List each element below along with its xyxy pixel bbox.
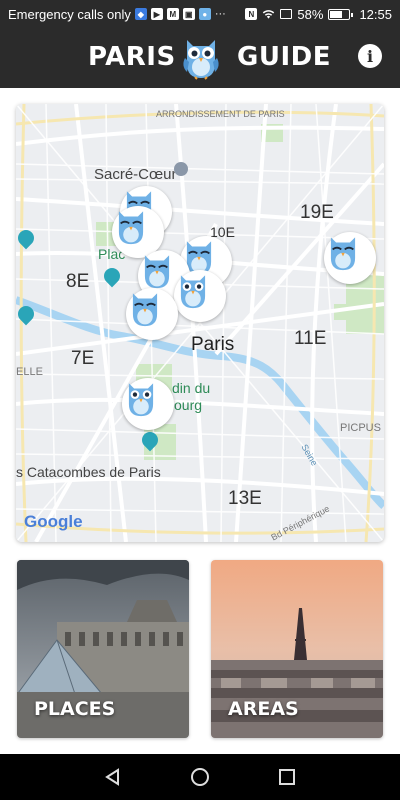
map-label-arrondissement: ARRONDISSEMENT DE PARIS	[156, 109, 285, 119]
home-circle-icon	[190, 768, 209, 786]
owl-notification-icon: ●	[198, 8, 211, 20]
play-store-icon: ▶	[150, 8, 163, 20]
owl-icon	[330, 237, 356, 271]
map-label-7e: 7E	[71, 348, 95, 369]
mail-icon: M	[166, 8, 179, 20]
more-notifications-icon: ···	[214, 8, 226, 20]
owl-logo-icon	[183, 40, 219, 80]
map-label-elle: ELLE	[16, 366, 43, 378]
vibrate-icon	[280, 9, 293, 19]
map-label-catacombes: s Catacombes de Paris	[16, 464, 161, 480]
recents-button[interactable]	[272, 762, 302, 792]
home-button[interactable]	[185, 762, 215, 792]
map-label-19e: 19E	[300, 202, 334, 223]
title-guide: GUIDE	[237, 42, 331, 72]
battery-icon	[328, 8, 354, 20]
back-triangle-icon	[105, 768, 120, 786]
title-paris: PARIS	[88, 42, 176, 72]
owl-icon	[128, 383, 154, 417]
status-bar: Emergency calls only ◆ ▶ M ▣ ● ··· N 58%…	[0, 0, 400, 28]
owl-map-marker[interactable]	[126, 288, 178, 340]
recents-square-icon	[278, 769, 295, 785]
owl-icon	[118, 211, 144, 245]
owl-map-marker[interactable]	[324, 232, 376, 284]
google-logo-text: Google	[24, 512, 83, 531]
info-icon: i	[366, 46, 374, 66]
app-header: PARIS GUIDE i	[0, 28, 400, 88]
app-screen: Emergency calls only ◆ ▶ M ▣ ● ··· N 58%…	[0, 0, 400, 800]
map-label-11e: 11E	[294, 328, 327, 349]
areas-card[interactable]: AREAS	[211, 560, 383, 738]
info-button[interactable]: i	[358, 44, 382, 68]
image-icon: ▣	[182, 8, 195, 20]
map-label-13e: 13E	[228, 488, 262, 509]
areas-label: AREAS	[228, 698, 299, 720]
shield-icon: ◆	[134, 8, 147, 20]
nfc-icon: N	[245, 8, 258, 20]
battery-fill	[330, 10, 343, 18]
map-label-picpus: PICPUS	[340, 422, 381, 434]
back-button[interactable]	[98, 762, 128, 792]
map-label-sacre-coeur: Sacré-Cœur	[94, 166, 177, 183]
map-label-luxembourg-1: din du	[172, 380, 211, 396]
map-label-paris: Paris	[191, 334, 235, 355]
status-left: Emergency calls only ◆ ▶ M ▣ ● ···	[8, 7, 226, 22]
battery-percent: 58%	[297, 6, 324, 22]
places-card[interactable]: PLACES	[17, 560, 189, 738]
owl-map-marker[interactable]	[174, 270, 226, 322]
places-label: PLACES	[34, 698, 116, 720]
map-pin-icon	[174, 162, 188, 176]
map-label-luxembourg-2: ourg	[174, 397, 203, 413]
clock: 12:55	[359, 6, 392, 22]
owl-icon	[132, 293, 158, 327]
map-view[interactable]: ARRONDISSEMENT DE PARIS Sacré-Cœur 19E 1…	[16, 104, 384, 542]
owl-map-marker[interactable]	[122, 378, 174, 430]
owl-icon	[180, 275, 206, 309]
google-logo: Google	[24, 512, 83, 532]
carrier-text: Emergency calls only	[8, 6, 131, 22]
status-right: N 58% 12:55	[245, 7, 392, 22]
system-nav-bar	[0, 754, 400, 800]
owl-icon	[144, 255, 170, 289]
wifi-icon	[263, 9, 275, 19]
map-label-8e: 8E	[66, 271, 90, 292]
